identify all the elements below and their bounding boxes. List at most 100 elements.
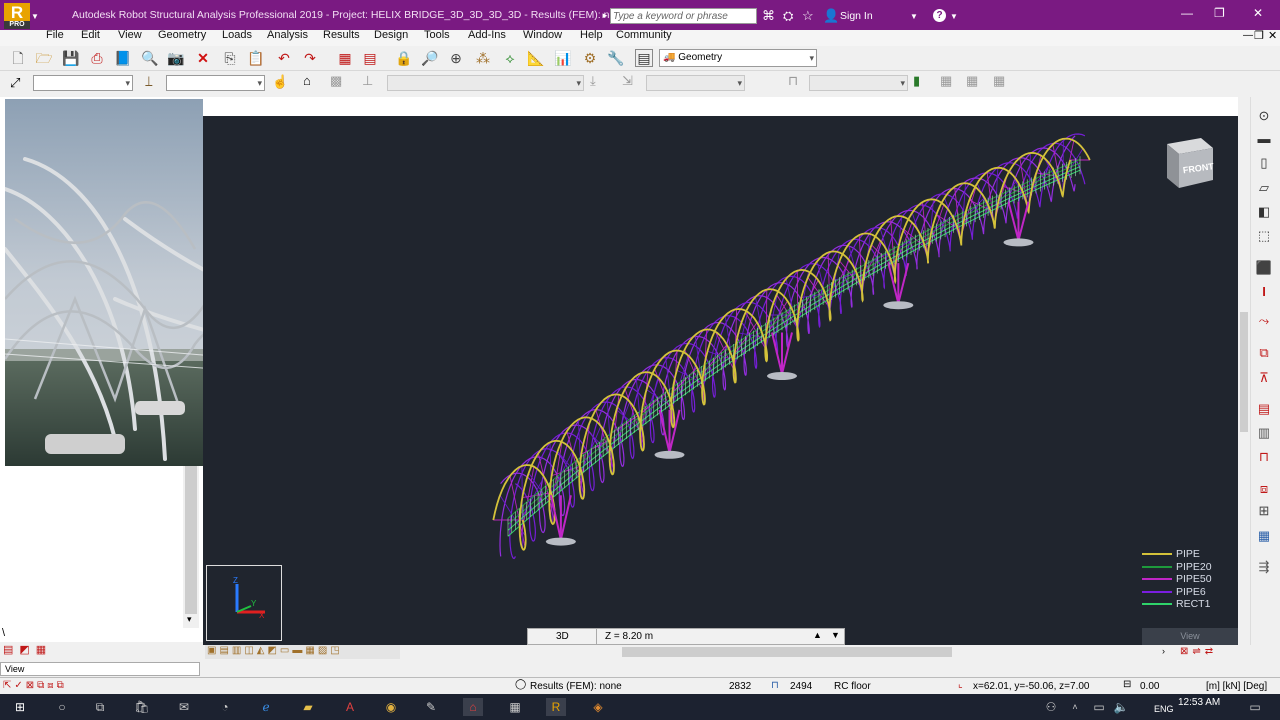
scroll-down-arrow[interactable]: ▾ (187, 614, 192, 625)
nodes-tool-icon[interactable]: ⊙ (1255, 108, 1273, 124)
chrome-icon[interactable]: ◉ (381, 698, 401, 716)
select-bars-icon[interactable]: ⟘ (145, 74, 153, 90)
pen-icon[interactable]: ✎ (421, 698, 441, 716)
nodes-icon[interactable]: ⁂ (474, 49, 492, 67)
mdi-restore-button[interactable]: ❐ (1254, 29, 1264, 42)
paste-icon[interactable]: 📋 (247, 49, 265, 67)
viewport-horizontal-scrollbar[interactable] (400, 645, 1238, 659)
sign-in-arrow-icon[interactable]: ▼ (910, 12, 918, 21)
i-section-icon[interactable]: I (1255, 284, 1273, 300)
menu-addins[interactable]: Add-Ins (468, 29, 506, 41)
frame-tool-icon[interactable]: ▥ (1255, 425, 1273, 441)
scrollbar-thumb[interactable] (1240, 312, 1248, 432)
menu-design[interactable]: Design (374, 29, 408, 41)
solid-tool-icon[interactable]: ⬚ (1255, 228, 1273, 244)
save-icon[interactable]: 💾 (62, 49, 80, 67)
open-icon[interactable]: 🗁 (35, 49, 53, 67)
cases-icon[interactable]: ⌂ (303, 73, 311, 88)
menu-analysis[interactable]: Analysis (267, 29, 308, 41)
sign-in-button[interactable]: Sign In (840, 10, 873, 22)
folder-icon[interactable]: ▰ (298, 698, 318, 716)
search-icon[interactable]: ○ (52, 698, 72, 716)
menu-help[interactable]: Help (580, 29, 603, 41)
network-icon[interactable]: ▭ (1089, 698, 1109, 716)
plate-tool-icon[interactable]: ▱ (1255, 180, 1273, 196)
offset-tool-icon[interactable]: ⧉ (1255, 345, 1273, 361)
app-menu-arrow[interactable]: ▼ (31, 12, 39, 21)
undo-icon[interactable]: ↶ (275, 49, 293, 67)
level-up-button[interactable]: ▲ (813, 630, 822, 640)
people-icon[interactable]: ⚇ (1041, 698, 1061, 716)
menu-edit[interactable]: Edit (81, 29, 100, 41)
bar-selection-select[interactable]: ▾ (166, 75, 265, 91)
view-cube[interactable]: FRONT (1163, 134, 1215, 188)
menu-community[interactable]: Community (616, 29, 672, 41)
status-tool-icons[interactable]: ⇱✓⊠⧉⧈⧉ (3, 680, 67, 691)
support-tool-icon[interactable]: ⊼ (1255, 370, 1273, 386)
stairs-tool-icon[interactable]: ⊓ (1255, 449, 1273, 465)
gear-icon[interactable]: ⚙ (581, 49, 599, 67)
design-select[interactable]: ▾ (809, 75, 908, 91)
zoom-window-icon[interactable]: ⊕ (447, 49, 465, 67)
bars-tool-icon[interactable]: ▬ (1255, 131, 1273, 147)
tray-chevron-icon[interactable]: ˄ (1065, 698, 1085, 716)
grid3-icon[interactable]: ▦ (993, 73, 1005, 89)
table-tool-icon[interactable]: ▦ (1255, 528, 1273, 544)
app-logo[interactable]: R PRO (4, 3, 30, 29)
release-tool-icon[interactable]: ⤳ (1255, 313, 1273, 329)
section-tool-icon[interactable]: ▯ (1255, 155, 1273, 171)
language-indicator[interactable]: ENG (1154, 704, 1174, 714)
scrollbar-thumb[interactable] (185, 464, 197, 614)
print-icon[interactable]: ⎙ (88, 49, 106, 67)
grid2-icon[interactable]: ▦ (966, 73, 978, 89)
left-panel-scrollbar[interactable] (183, 460, 199, 628)
start-icon[interactable]: ⊞ (10, 698, 30, 716)
panel-tool-icon[interactable]: ◧ (1255, 204, 1273, 220)
menu-loads[interactable]: Loads (222, 29, 252, 41)
acrobat-icon[interactable]: ⌂ (463, 698, 483, 716)
binoculars-icon[interactable]: ⌘ (762, 8, 775, 24)
cube-tool-icon[interactable]: ⬛ (1255, 260, 1273, 276)
layout-icon[interactable]: ▤ (635, 49, 653, 67)
menu-window[interactable]: Window (523, 29, 562, 41)
delete-icon[interactable]: ✕ (194, 49, 212, 67)
mode-icon[interactable]: ▩ (330, 73, 342, 89)
loads-tool-icon[interactable]: ⧈ (1255, 481, 1273, 497)
scrollbar-thumb[interactable] (622, 647, 952, 657)
node-selection-select[interactable]: ▾ (33, 75, 133, 91)
table-icon[interactable]: ▦ (336, 49, 354, 67)
menu-file[interactable]: File (46, 29, 64, 41)
mode-select[interactable]: ▾ (646, 75, 745, 91)
mdi-minimize-button[interactable]: — (1243, 30, 1253, 41)
case-select[interactable]: ▾ (387, 75, 584, 91)
calculator-icon[interactable]: ▦ (505, 698, 525, 716)
app-icon[interactable]: ◔ (215, 698, 235, 716)
star-icon[interactable]: ☆ (802, 8, 814, 24)
edge-icon[interactable]: ℯ (256, 698, 276, 716)
exchange-icon[interactable]: ⛭ (783, 8, 793, 24)
mail-icon[interactable]: ✉ (174, 698, 194, 716)
close-button[interactable]: ✕ (1253, 6, 1263, 20)
new-icon[interactable]: 🗋 (9, 49, 27, 67)
level-down-button[interactable]: ▼ (831, 630, 840, 640)
menu-geometry[interactable]: Geometry (158, 29, 206, 41)
taskbar-clock[interactable]: 12:53 AM (1178, 697, 1220, 708)
autocad-icon[interactable]: A (340, 698, 360, 716)
zoom-icon[interactable]: 🔎 (421, 49, 439, 67)
help-button[interactable]: ? (933, 9, 946, 22)
search-input[interactable]: Type a keyword or phrase (610, 8, 757, 24)
book-icon[interactable]: 📘 (114, 49, 132, 67)
volume-icon[interactable]: 🔈 (1111, 698, 1131, 716)
hand-icon[interactable]: ☝ (272, 74, 288, 90)
user-icon[interactable]: 👤 (823, 8, 839, 24)
minimize-button[interactable]: — (1181, 6, 1193, 20)
copy-icon[interactable]: ⎘ (221, 49, 239, 67)
combination-tool-icon[interactable]: ⊞ (1255, 503, 1273, 519)
scroll-right-arrow[interactable]: › (1162, 646, 1165, 656)
colors-icon[interactable]: ▮ (913, 73, 920, 89)
units-status[interactable]: [m] [kN] [Deg] (1206, 681, 1267, 692)
menu-tools[interactable]: Tools (424, 29, 450, 41)
report-icon[interactable]: ▤ (361, 49, 379, 67)
paint-icon[interactable]: ◈ (588, 698, 608, 716)
task-view-icon[interactable]: ⧉ (90, 698, 110, 716)
